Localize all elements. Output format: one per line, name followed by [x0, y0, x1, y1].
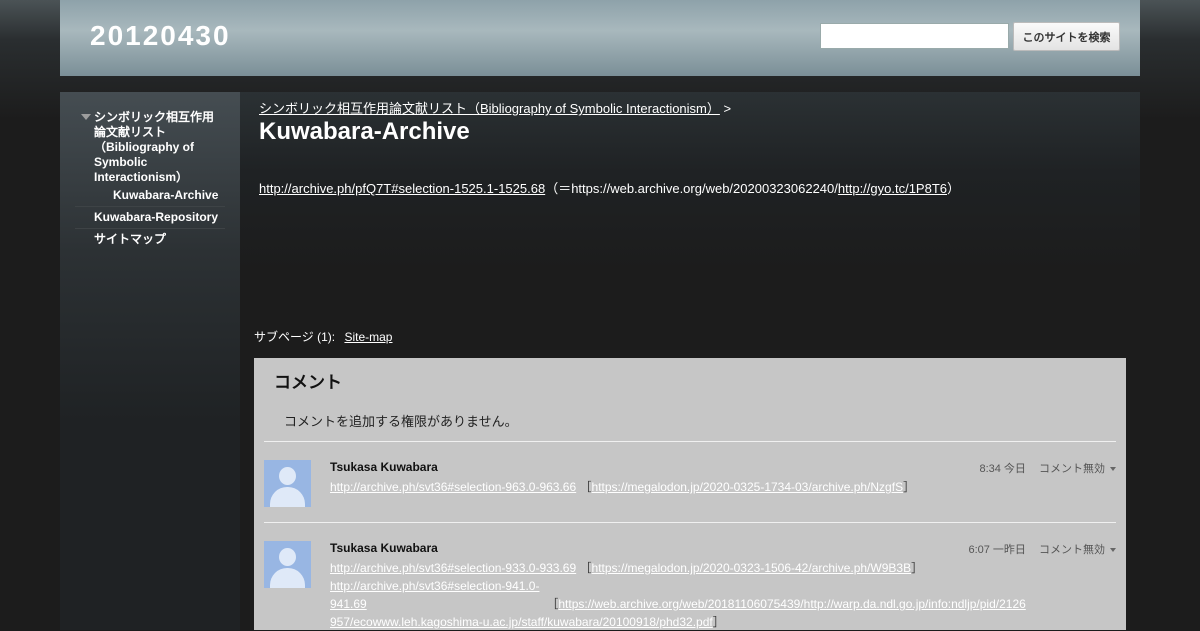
comment-disable-menu[interactable]: コメント無効	[1039, 463, 1116, 475]
triangle-down-icon[interactable]	[81, 114, 91, 120]
bracket-open: ［	[579, 480, 592, 494]
sidebar-item-label[interactable]: サイトマップ	[94, 232, 166, 246]
comment-divider	[264, 522, 1116, 523]
comments-title: コメント	[274, 373, 342, 392]
comment-link[interactable]: http://archive.ph/svt36#selection-941.0-…	[330, 579, 539, 611]
comment-body: http://archive.ph/svt36#selection-933.0-…	[330, 559, 1030, 631]
comment-disable-label[interactable]: コメント無効	[1039, 463, 1105, 475]
site-title[interactable]: 20120430	[90, 20, 231, 52]
bracket-close: ］	[712, 615, 725, 629]
comment-meta: 8:34 今日 コメント無効	[979, 460, 1116, 476]
sidebar-nav: シンボリック相互作用論文献リスト（Bibliography of Symboli…	[75, 110, 225, 250]
breadcrumb: シンボリック相互作用論文献リスト（Bibliography of Symboli…	[259, 98, 731, 117]
avatar	[264, 541, 311, 588]
sidebar: シンボリック相互作用論文献リスト（Bibliography of Symboli…	[60, 92, 240, 630]
caret-down-icon[interactable]	[1110, 548, 1116, 553]
avatar	[264, 460, 311, 507]
sidebar-item-kuwabara-archive[interactable]: Kuwabara-Archive	[75, 187, 225, 207]
subpages-label: サブページ (1):	[254, 330, 336, 344]
caret-down-icon[interactable]	[1110, 467, 1116, 472]
breadcrumb-parent-link[interactable]: シンボリック相互作用論文献リスト（Bibliography of Symboli…	[259, 101, 720, 116]
sidebar-item-kuwabara-repository[interactable]: Kuwabara-Repository	[75, 207, 225, 229]
search-button[interactable]: このサイトを検索	[1013, 22, 1120, 51]
site-header: 20120430 このサイトを検索	[60, 0, 1140, 76]
sidebar-item-sitemap[interactable]: サイトマップ	[75, 229, 225, 250]
content-text: （＝https://web.archive.org/web/2020032306…	[545, 181, 838, 196]
comment-disable-label[interactable]: コメント無効	[1039, 544, 1105, 556]
avatar-body-shape	[270, 568, 305, 588]
comment-meta: 6:07 一昨日 コメント無効	[968, 541, 1116, 557]
comment-item: Tsukasa Kuwabara 6:07 一昨日 コメント無効 http://…	[264, 541, 1116, 631]
breadcrumb-separator: >	[723, 101, 732, 116]
gyo-link[interactable]: http://gyo.tc/1P8T6	[838, 181, 947, 196]
comment-link[interactable]: https://megalodon.jp/2020-0323-1506-42/a…	[592, 561, 912, 575]
page-content: http://archive.ph/pfQ7T#selection-1525.1…	[259, 178, 960, 197]
bracket-open: ［	[579, 561, 592, 575]
bracket-close: ］	[911, 561, 924, 575]
comment-link[interactable]: http://archive.ph/svt36#selection-933.0-…	[330, 561, 576, 575]
avatar-body-shape	[270, 487, 305, 507]
comment-item: Tsukasa Kuwabara 8:34 今日 コメント無効 http://a…	[264, 460, 1116, 520]
comment-author: Tsukasa Kuwabara	[330, 541, 438, 555]
search-input[interactable]	[820, 23, 1009, 49]
subpage-link-site-map[interactable]: Site-map	[344, 330, 392, 344]
bracket-close: ］	[903, 480, 916, 494]
main-content: シンボリック相互作用論文献リスト（Bibliography of Symboli…	[240, 92, 1140, 630]
sidebar-item-label[interactable]: シンボリック相互作用論文献リスト（Bibliography of Symboli…	[94, 110, 214, 184]
comment-body: http://archive.ph/svt36#selection-963.0-…	[330, 478, 1030, 496]
content-text-end: ）	[947, 181, 961, 196]
avatar-head-shape	[279, 467, 296, 485]
comment-author: Tsukasa Kuwabara	[330, 460, 438, 474]
avatar-head-shape	[279, 548, 296, 566]
comment-time: 8:34 今日	[979, 463, 1026, 475]
no-permission-message: コメントを追加する権限がありません。	[284, 414, 518, 429]
comments-section: コメント コメントを追加する権限がありません。 Tsukasa Kuwabara…	[254, 358, 1126, 630]
comment-divider	[264, 441, 1116, 442]
sidebar-item-label[interactable]: Kuwabara-Repository	[94, 210, 218, 224]
comment-link[interactable]: http://archive.ph/svt36#selection-963.0-…	[330, 480, 576, 494]
sidebar-item-bibliography[interactable]: シンボリック相互作用論文献リスト（Bibliography of Symboli…	[75, 110, 225, 187]
comment-link[interactable]: https://megalodon.jp/2020-0325-1734-03/a…	[592, 480, 904, 494]
page-title: Kuwabara-Archive	[259, 118, 470, 145]
sidebar-item-label[interactable]: Kuwabara-Archive	[113, 188, 218, 202]
comment-disable-menu[interactable]: コメント無効	[1039, 544, 1116, 556]
bracket-open: ［	[546, 597, 559, 611]
archive-link[interactable]: http://archive.ph/pfQ7T#selection-1525.1…	[259, 181, 545, 196]
subpages: サブページ (1): Site-map	[254, 328, 392, 345]
comment-time: 6:07 一昨日	[968, 544, 1026, 556]
